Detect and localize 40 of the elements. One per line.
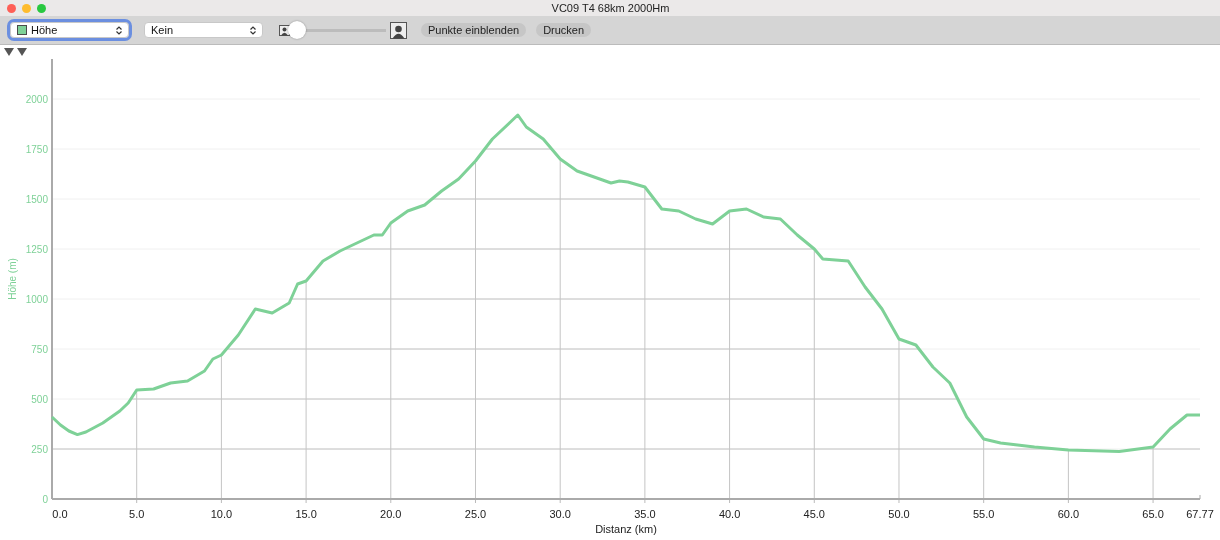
window-title: VC09 T4 68km 2000Hm	[550, 2, 671, 14]
x-tick-label: 35.0	[634, 508, 656, 520]
close-button[interactable]	[7, 3, 16, 13]
x-tick-label: 20.0	[380, 508, 402, 520]
x-tick-label: 15.0	[295, 508, 317, 520]
x-tick-label: 5.0	[129, 508, 145, 520]
x-tick-label: 55.0	[972, 508, 995, 520]
x-tick-label: 45.0	[803, 508, 825, 520]
marker-icon[interactable]	[17, 47, 27, 56]
toolbar-button[interactable]: Drucken	[536, 23, 592, 37]
x-tick-label: 60.0	[1057, 508, 1080, 520]
y-tick-label: 1250	[25, 244, 48, 255]
x-tick-label: 0.0	[52, 508, 68, 520]
x-tick-label: 67.77	[1186, 508, 1214, 520]
updown-icon	[116, 25, 122, 35]
series-select[interactable]: Höhe	[10, 22, 129, 38]
y-tick-label: 2000	[25, 94, 48, 105]
marker-icon[interactable]	[4, 47, 14, 56]
x-tick-label: 10.0	[210, 508, 233, 520]
zoom-button[interactable]	[37, 3, 46, 13]
y-tick-label: 750	[31, 344, 48, 355]
x-tick-label: 40.0	[718, 508, 741, 520]
y-tick-label: 1750	[25, 144, 48, 155]
minimize-button[interactable]	[22, 3, 31, 13]
x-tick-label: 30.0	[549, 508, 571, 520]
y-tick-label: 1000	[25, 294, 48, 305]
toolbar-button[interactable]: Punkte einblenden	[421, 23, 527, 37]
y-axis-label: Höhe (m)	[7, 258, 18, 300]
person-small-icon	[279, 24, 290, 36]
y-tick-label: 1500	[25, 194, 48, 205]
y-tick-label: 250	[31, 444, 48, 455]
person-large-icon	[390, 21, 407, 39]
x-axis-label: Distanz (km)	[595, 523, 657, 535]
x-tick-label: 50.0	[888, 508, 910, 520]
x-tick-label: 25.0	[464, 508, 487, 520]
y-tick-label: 500	[31, 394, 48, 405]
updown-icon	[250, 25, 256, 35]
y-tick-label: 0	[42, 494, 48, 505]
x-tick-label: 65.0	[1142, 508, 1164, 520]
overlay-select[interactable]: Kein	[144, 22, 263, 38]
